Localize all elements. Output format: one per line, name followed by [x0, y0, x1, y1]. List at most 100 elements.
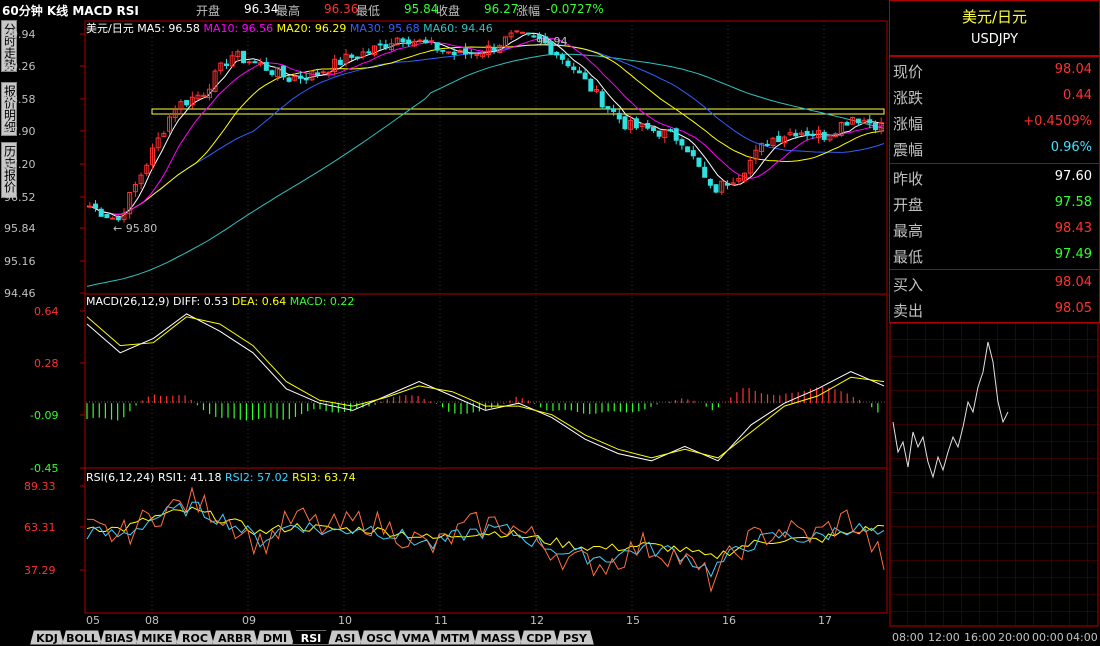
rsi1-path	[87, 486, 885, 594]
candle-body	[87, 205, 93, 208]
y-tick-label: 99.94	[4, 28, 36, 41]
candle-body	[263, 62, 269, 71]
rsi-y-tick: 89.33	[24, 480, 56, 493]
tab-vma[interactable]: VMA	[396, 630, 436, 645]
candle-body	[349, 54, 355, 58]
candle-body	[525, 32, 531, 35]
dea-label: DEA: 0.64	[231, 295, 287, 308]
macd-y-tick: 0.28	[34, 357, 59, 370]
highlight-range-box	[151, 108, 885, 115]
y-tick-label: 99.26	[4, 60, 36, 73]
quote-row: 卖出 98.05	[890, 296, 1100, 322]
quote-value: 0.96%	[1050, 140, 1092, 155]
candle-body	[468, 52, 474, 55]
ma5-label: MA5: 96.58	[137, 22, 200, 35]
candle-body	[616, 112, 622, 120]
ma30-label: MA30: 95.68	[349, 22, 420, 35]
candle-body	[633, 118, 639, 129]
tab-osc[interactable]: OSC	[360, 630, 398, 645]
tab-mike[interactable]: MIKE	[136, 630, 178, 645]
quote-header: 美元/日元 USDJPY	[889, 0, 1100, 56]
x-tick-label: 17	[818, 614, 832, 627]
quote-row: 最低 97.49	[890, 242, 1100, 268]
candle-body	[184, 100, 190, 106]
y-tick-label: 95.84	[4, 222, 36, 235]
tab-mtm[interactable]: MTM	[434, 630, 476, 645]
tab-kdj[interactable]: KDJ	[30, 630, 64, 645]
x-tick-label: 16	[722, 614, 736, 627]
chart-area[interactable]	[0, 0, 888, 630]
candle-body	[645, 122, 651, 129]
mini-intraday-chart[interactable]	[889, 322, 1100, 628]
candle-body	[724, 182, 730, 186]
candle-body	[110, 217, 116, 220]
candle-body	[326, 71, 332, 74]
quote-row: 买入 98.04	[890, 270, 1100, 296]
quote-value: 0.44	[1063, 88, 1092, 103]
x-tick-marks	[151, 21, 825, 618]
candle-body	[599, 91, 605, 108]
quote-key: 涨跌	[893, 89, 924, 107]
diff-path	[86, 313, 885, 462]
y-tick-label: 94.46	[4, 287, 36, 300]
quote-key: 最低	[893, 248, 924, 266]
tab-rsi[interactable]: RSI	[292, 630, 330, 645]
candle-body	[514, 30, 520, 33]
candle-body	[320, 71, 326, 74]
quote-row: 现价 98.04	[890, 57, 1100, 83]
quote-key: 涨幅	[893, 115, 924, 133]
candle-body	[520, 31, 526, 34]
tab-dmi[interactable]: DMI	[256, 630, 294, 645]
ma60-path	[86, 53, 885, 287]
tab-bias[interactable]: BIAS	[100, 630, 138, 645]
x-tick-label: 08	[145, 614, 159, 627]
y-tick-label: 95.16	[4, 255, 36, 268]
candle-body	[656, 130, 662, 137]
tab-arbr[interactable]: ARBR	[212, 630, 258, 645]
tab-mass[interactable]: MASS	[474, 630, 522, 645]
tab-boll[interactable]: BOLL	[62, 630, 102, 645]
pair-name: 美元/日元	[86, 22, 134, 35]
mini-x-label: 20:00	[998, 631, 1030, 644]
tab-asi[interactable]: ASI	[328, 630, 362, 645]
candle-body	[280, 65, 286, 78]
quote-row: 最高 98.43	[890, 216, 1100, 242]
candle-body	[668, 129, 674, 132]
candle-body	[377, 43, 383, 46]
candle-body	[445, 51, 451, 54]
x-tick-label: 09	[242, 614, 256, 627]
candle-body	[679, 139, 685, 146]
quote-key: 卖出	[893, 302, 924, 320]
candle-body	[673, 128, 679, 141]
x-tick-label: 15	[626, 614, 640, 627]
rsi3-path	[86, 506, 885, 560]
candle-body	[582, 72, 588, 80]
mini-x-label: 04:00	[1066, 631, 1098, 644]
quote-key: 开盘	[893, 196, 924, 214]
price-legend: 美元/日元 MA5: 96.58 MA10: 96.56 MA20: 96.29…	[86, 20, 493, 36]
quote-row: 昨收 97.60	[890, 164, 1100, 190]
tab-cdp[interactable]: CDP	[520, 630, 558, 645]
candle-body	[252, 61, 258, 64]
tab-psy[interactable]: PSY	[556, 630, 594, 645]
candle-body	[434, 42, 440, 51]
candle-body	[315, 72, 321, 76]
rsi-y-tick: 63.31	[24, 521, 56, 534]
candle-body	[451, 51, 457, 55]
tab-roc[interactable]: ROC	[176, 630, 214, 645]
macd-legend: MACD(26,12,9) DIFF: 0.53 DEA: 0.64 MACD:…	[86, 295, 354, 308]
quote-key: 昨收	[893, 170, 924, 188]
rsi1-label: RSI1: 41.18	[157, 471, 222, 484]
quote-row: 涨跌 0.44	[890, 83, 1100, 109]
mini-x-label: 08:00	[892, 631, 924, 644]
diff-label: DIFF: 0.53	[173, 295, 229, 308]
candle-body	[844, 122, 850, 126]
candle-body	[650, 127, 656, 132]
candlesticks	[87, 29, 884, 223]
candle-body	[793, 132, 799, 137]
candle-body	[104, 213, 110, 219]
candle-body	[366, 51, 372, 54]
macd-y-tick: -0.09	[30, 409, 59, 422]
candle-body	[622, 116, 628, 130]
candle-body	[115, 217, 121, 221]
